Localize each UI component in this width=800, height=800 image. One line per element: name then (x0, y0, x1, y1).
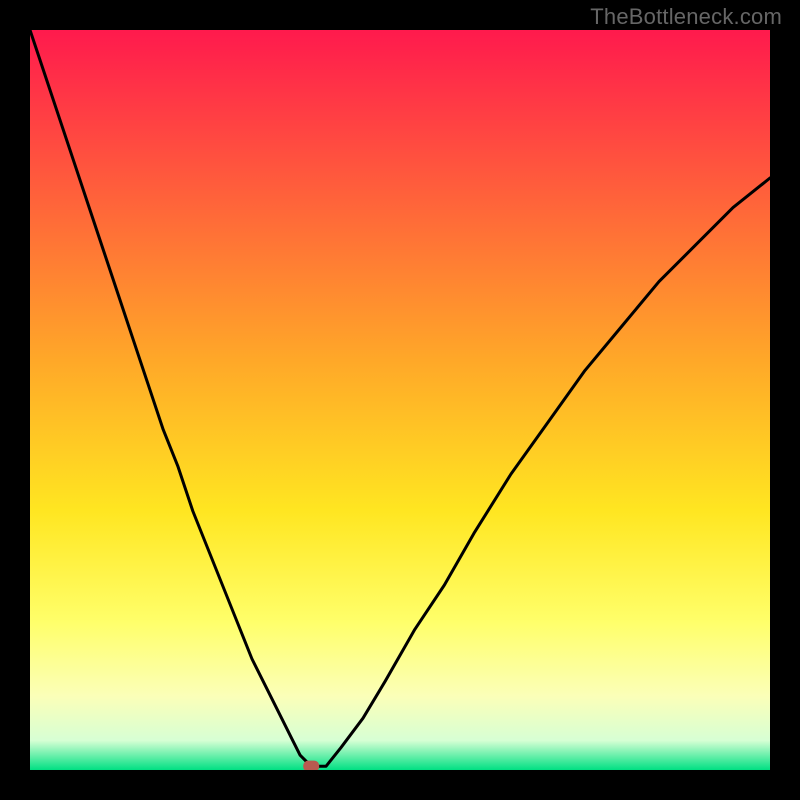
plot-svg (30, 30, 770, 770)
minimum-marker (303, 761, 319, 770)
chart-frame: TheBottleneck.com (0, 0, 800, 800)
bottleneck-plot (30, 30, 770, 770)
watermark-text: TheBottleneck.com (590, 4, 782, 30)
gradient-background (30, 30, 770, 770)
